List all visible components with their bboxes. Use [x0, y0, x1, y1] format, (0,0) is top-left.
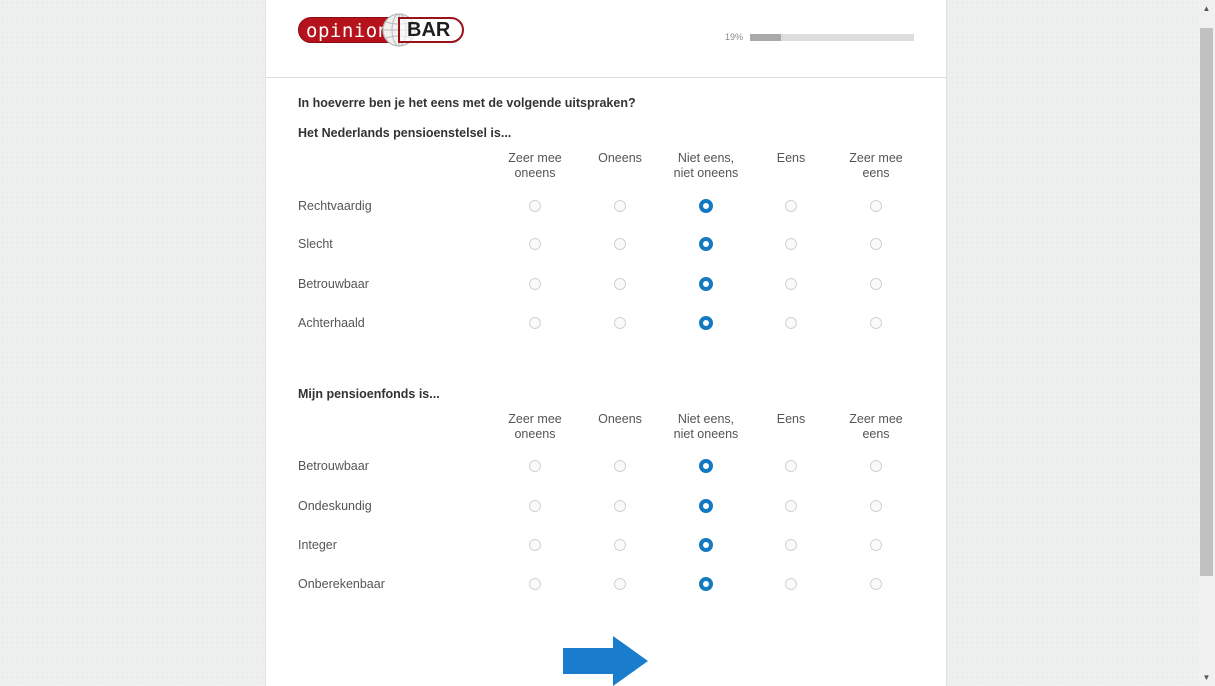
question-title: In hoeverre ben je het eens met de volge…: [298, 96, 636, 110]
column-header: Oneens: [575, 412, 665, 427]
radio-button-selected[interactable]: [699, 459, 713, 473]
radio-button[interactable]: [529, 539, 541, 551]
next-button[interactable]: [563, 636, 651, 686]
row-label: Betrouwbaar: [298, 459, 369, 473]
column-header-line: Zeer mee: [508, 151, 562, 165]
column-header-line: oneens: [514, 427, 556, 441]
radio-button[interactable]: [614, 460, 626, 472]
radio-button-selected[interactable]: [699, 499, 713, 513]
radio-button-selected[interactable]: [699, 237, 713, 251]
column-header-line: oneens: [514, 166, 556, 180]
row-label: Ondeskundig: [298, 499, 372, 513]
radio-button[interactable]: [870, 278, 882, 290]
survey-card: opinion BAR 19% In hoeverre ben je het e…: [265, 0, 947, 686]
radio-button[interactable]: [529, 200, 541, 212]
column-header-line: niet oneens: [673, 427, 739, 441]
logo-right-text: BAR: [398, 17, 464, 43]
column-header-line: Oneens: [598, 412, 642, 426]
radio-button[interactable]: [614, 578, 626, 590]
column-header: Eens: [746, 151, 836, 166]
column-header-line: Eens: [776, 151, 806, 165]
radio-button[interactable]: [614, 238, 626, 250]
row-label: Rechtvaardig: [298, 199, 372, 213]
radio-button[interactable]: [785, 539, 797, 551]
progress-bar-fill: [750, 34, 782, 41]
scrollbar[interactable]: ▲ ▼: [1198, 0, 1215, 686]
radio-button[interactable]: [870, 460, 882, 472]
radio-button[interactable]: [529, 500, 541, 512]
progress-bar: [750, 34, 914, 41]
radio-button[interactable]: [529, 460, 541, 472]
column-header-line: niet oneens: [673, 166, 739, 180]
row-label: Betrouwbaar: [298, 277, 369, 291]
column-header: Zeer mee eens: [831, 151, 921, 181]
column-header-line: Zeer mee: [849, 412, 903, 426]
column-header: Niet eens, niet oneens: [661, 412, 751, 442]
radio-button[interactable]: [614, 200, 626, 212]
row-label: Achterhaald: [298, 316, 365, 330]
radio-button[interactable]: [870, 578, 882, 590]
radio-button[interactable]: [614, 500, 626, 512]
radio-button-selected[interactable]: [699, 316, 713, 330]
radio-button[interactable]: [785, 317, 797, 329]
scroll-up-icon[interactable]: ▲: [1198, 0, 1215, 17]
radio-button-selected[interactable]: [699, 577, 713, 591]
radio-button[interactable]: [785, 500, 797, 512]
opinionbar-logo: opinion BAR: [298, 13, 468, 48]
column-header: Oneens: [575, 151, 665, 166]
radio-button[interactable]: [614, 278, 626, 290]
radio-button[interactable]: [870, 500, 882, 512]
radio-button[interactable]: [785, 238, 797, 250]
radio-button[interactable]: [785, 578, 797, 590]
radio-button[interactable]: [614, 317, 626, 329]
column-header-line: Zeer mee: [849, 151, 903, 165]
scroll-down-icon[interactable]: ▼: [1198, 669, 1215, 686]
section-title: Mijn pensioenfonds is...: [298, 387, 440, 401]
column-header-line: Niet eens,: [677, 151, 735, 165]
column-header-line: Eens: [776, 412, 806, 426]
radio-button[interactable]: [529, 578, 541, 590]
column-header: Eens: [746, 412, 836, 427]
radio-button[interactable]: [785, 200, 797, 212]
column-header: Zeer mee eens: [831, 412, 921, 442]
column-header-line: eens: [862, 166, 890, 180]
radio-button[interactable]: [529, 317, 541, 329]
radio-button-selected[interactable]: [699, 538, 713, 552]
radio-button[interactable]: [785, 278, 797, 290]
row-label: Integer: [298, 538, 337, 552]
radio-button[interactable]: [870, 200, 882, 212]
radio-button[interactable]: [870, 539, 882, 551]
column-header-line: Zeer mee: [508, 412, 562, 426]
column-header: Niet eens, niet oneens: [661, 151, 751, 181]
radio-button-selected[interactable]: [699, 199, 713, 213]
page: opinion BAR 19% In hoeverre ben je het e…: [0, 0, 1215, 686]
row-label: Slecht: [298, 237, 333, 251]
radio-button[interactable]: [870, 238, 882, 250]
arrow-right-icon: [563, 636, 648, 686]
column-header: Zeer mee oneens: [490, 412, 580, 442]
survey-header: opinion BAR 19%: [266, 0, 946, 78]
row-label: Onberekenbaar: [298, 577, 385, 591]
progress-label: 19%: [725, 32, 744, 42]
radio-button[interactable]: [870, 317, 882, 329]
radio-button-selected[interactable]: [699, 277, 713, 291]
column-header-line: Oneens: [598, 151, 642, 165]
radio-button[interactable]: [785, 460, 797, 472]
column-header-line: eens: [862, 427, 890, 441]
radio-button[interactable]: [529, 278, 541, 290]
section-title: Het Nederlands pensioenstelsel is...: [298, 126, 512, 140]
scrollbar-thumb[interactable]: [1200, 28, 1213, 576]
column-header-line: Niet eens,: [677, 412, 735, 426]
radio-button[interactable]: [529, 238, 541, 250]
radio-button[interactable]: [614, 539, 626, 551]
column-header: Zeer mee oneens: [490, 151, 580, 181]
